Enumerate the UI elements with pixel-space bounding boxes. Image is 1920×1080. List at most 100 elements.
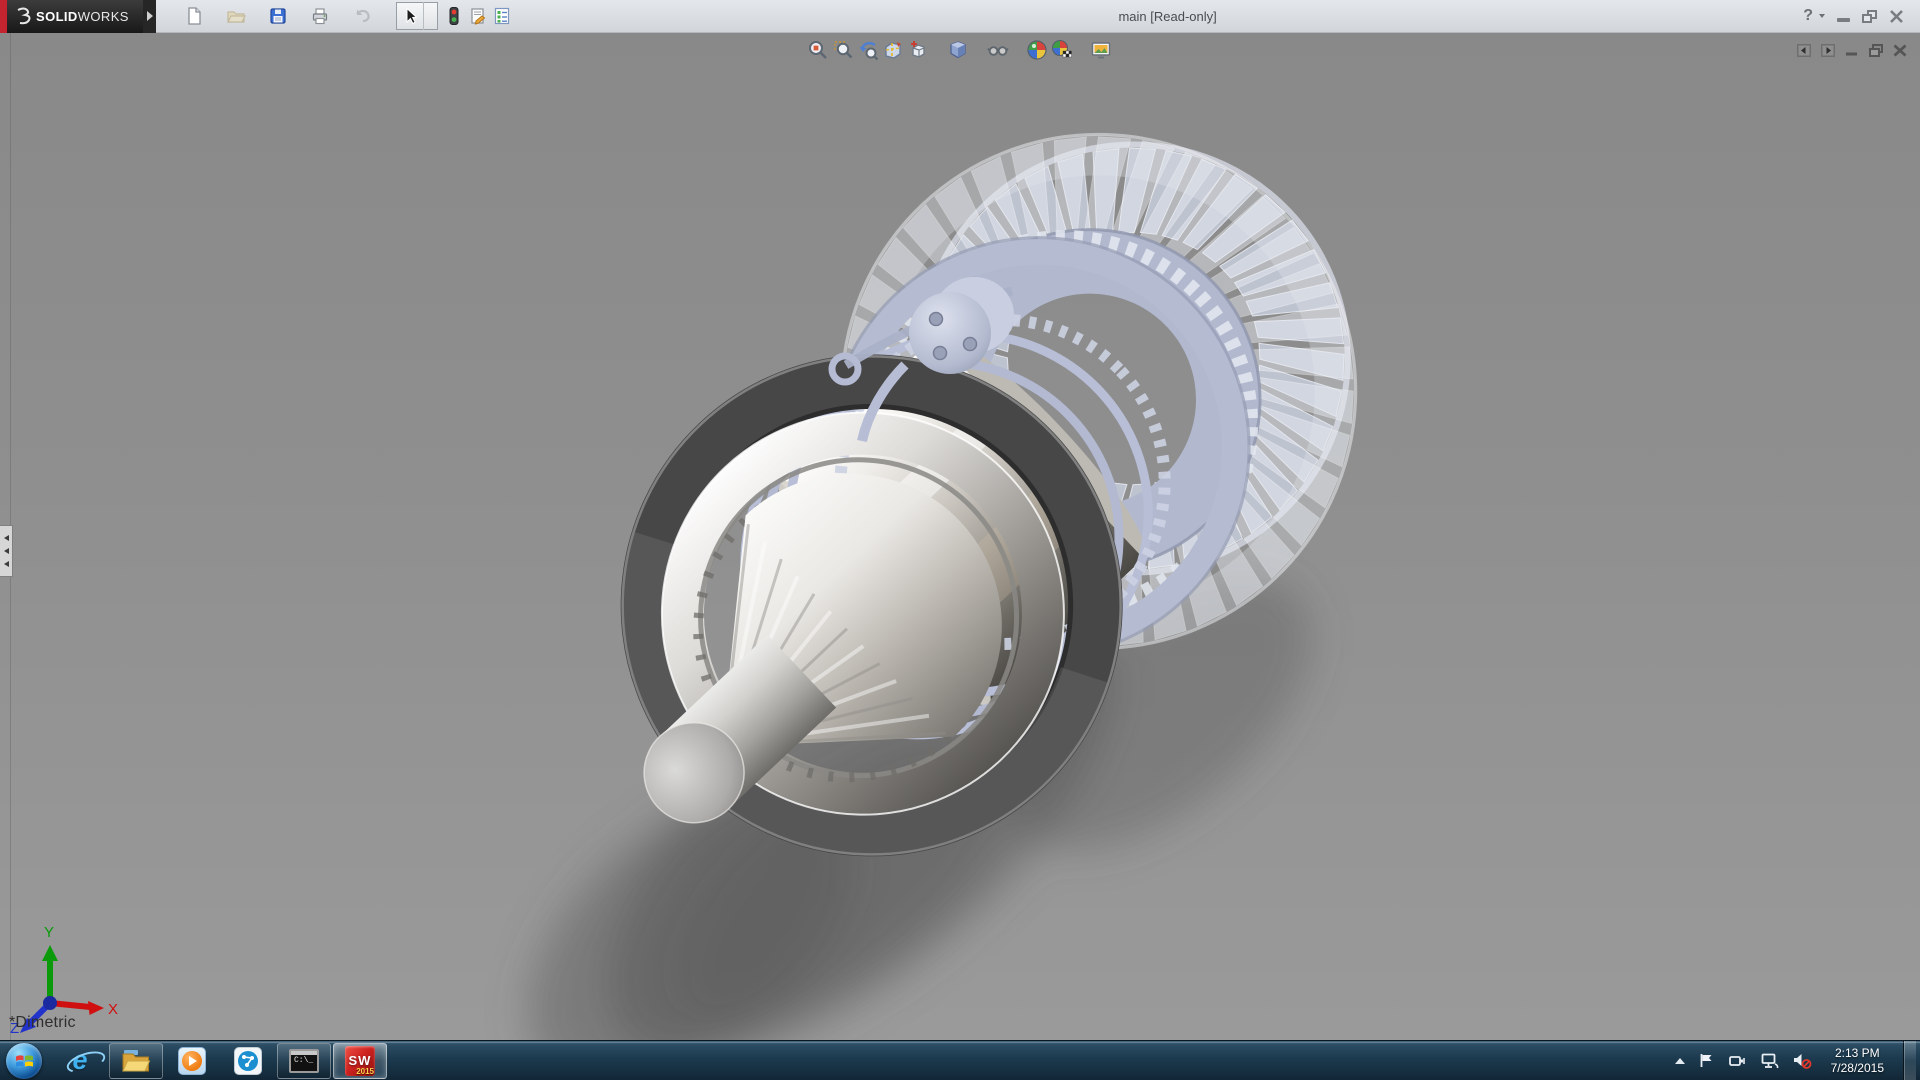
taskbar-item-media-player[interactable] <box>164 1041 220 1080</box>
options-checklist-icon <box>492 6 512 26</box>
restore-button[interactable] <box>1862 10 1877 23</box>
taskbar-item-windows-explorer[interactable] <box>109 1043 163 1079</box>
new-document-icon <box>184 6 204 26</box>
brand-light: WORKS <box>78 9 129 24</box>
show-desktop-button[interactable] <box>1903 1041 1916 1080</box>
brand-bold: SOLID <box>36 9 78 24</box>
zoom-to-fit-icon <box>807 39 829 61</box>
appearance-sphere-icon <box>1026 39 1048 61</box>
windows-taskbar: e C:\_ <box>0 1040 1920 1080</box>
display-style-icon <box>947 39 969 61</box>
window-controls: ? <box>1803 7 1920 25</box>
rebuild-button[interactable] <box>442 4 466 28</box>
view-orientation-button[interactable] <box>906 38 929 61</box>
graphics-viewport[interactable]: Y X Z *Dimetric <box>0 33 1920 1040</box>
quick-access-toolbar <box>182 2 532 30</box>
select-dropdown[interactable] <box>423 2 437 30</box>
open-button[interactable] <box>224 4 248 28</box>
clock-date: 7/28/2015 <box>1831 1061 1884 1076</box>
minimize-document-button[interactable] <box>1844 43 1860 58</box>
print-icon <box>310 6 330 26</box>
undo-icon <box>352 6 372 26</box>
heads-up-view-toolbar <box>806 38 1112 61</box>
taskbar-item-solidworks[interactable]: SW 2015 <box>333 1043 387 1079</box>
minimize-button[interactable] <box>1837 18 1850 22</box>
taskbar-item-command-prompt[interactable]: C:\_ <box>277 1043 331 1079</box>
collapse-arrow-icon <box>4 535 9 541</box>
flyout-arrow-icon <box>147 11 153 21</box>
close-document-button[interactable] <box>1892 43 1908 58</box>
view-orientation-icon <box>907 39 929 61</box>
brand-text: SOLIDWORKS <box>36 9 129 24</box>
apply-scene-button[interactable] <box>1050 38 1073 61</box>
help-dropdown[interactable] <box>1819 14 1825 18</box>
triad-x-label: X <box>108 1001 118 1018</box>
chevron-up-icon <box>1675 1058 1685 1064</box>
file-properties-button[interactable] <box>466 4 490 28</box>
file-properties-icon <box>468 6 488 26</box>
network-share-app-icon <box>234 1047 262 1075</box>
undo-button[interactable] <box>350 4 374 28</box>
flag-icon <box>1698 1052 1715 1069</box>
previous-view-icon <box>857 39 879 61</box>
media-player-icon <box>178 1047 206 1075</box>
save-button[interactable] <box>266 4 290 28</box>
taskbar-item-internet-explorer[interactable]: e <box>52 1041 108 1080</box>
title-bar: SOLIDWORKS <box>0 0 1920 33</box>
section-view-icon <box>882 39 904 61</box>
clock-time: 2:13 PM <box>1831 1046 1884 1061</box>
collapse-right-pane-button[interactable] <box>1820 43 1836 58</box>
display-style-button[interactable] <box>946 38 969 61</box>
previous-view-button[interactable] <box>856 38 879 61</box>
command-prompt-icon: C:\_ <box>289 1049 319 1073</box>
show-hidden-icons-button[interactable] <box>1675 1058 1685 1064</box>
window-title: main [Read-only] <box>1118 9 1216 24</box>
triad-y-label: Y <box>44 924 54 941</box>
section-view-button[interactable] <box>881 38 904 61</box>
view-settings-button[interactable] <box>1089 38 1112 61</box>
actuator-cylinder <box>909 292 991 374</box>
help-button[interactable]: ? <box>1803 7 1813 25</box>
feature-tree-collapse-tab[interactable] <box>0 525 13 577</box>
taskbar-clock[interactable]: 2:13 PM 7/28/2015 <box>1825 1046 1890 1076</box>
volume-muted-icon <box>1792 1052 1812 1070</box>
open-folder-icon <box>226 6 246 26</box>
solidworks-logo: SOLIDWORKS <box>7 0 143 33</box>
power-plug-icon <box>1728 1052 1747 1069</box>
restore-document-button[interactable] <box>1868 43 1884 58</box>
collapse-left-pane-button[interactable] <box>1796 43 1812 58</box>
folder-icon <box>121 1048 151 1074</box>
new-document-button[interactable] <box>182 4 206 28</box>
internet-explorer-icon: e <box>72 1047 87 1074</box>
solidworks-window: SOLIDWORKS <box>0 0 1920 1080</box>
action-center-button[interactable] <box>1698 1052 1715 1069</box>
volume-button[interactable] <box>1792 1052 1812 1070</box>
view-settings-icon <box>1090 39 1112 61</box>
eyeglasses-icon <box>987 39 1009 61</box>
network-status-button[interactable] <box>1760 1052 1779 1070</box>
select-cursor-icon <box>400 6 420 26</box>
save-floppy-icon <box>268 6 288 26</box>
rebuild-traffic-light-icon <box>444 6 464 26</box>
edit-appearance-button[interactable] <box>1025 38 1048 61</box>
hide-show-items-button[interactable] <box>986 38 1009 61</box>
network-display-icon <box>1760 1052 1779 1070</box>
solidworks-year: 2015 <box>356 1067 374 1076</box>
jet-engine-model[interactable] <box>0 33 1920 1040</box>
apply-scene-icon <box>1051 39 1073 61</box>
taskbar-item-network-app[interactable] <box>220 1041 276 1080</box>
close-button[interactable] <box>1889 9 1904 24</box>
select-button[interactable] <box>397 4 423 28</box>
zoom-to-area-icon <box>832 39 854 61</box>
zoom-to-area-button[interactable] <box>831 38 854 61</box>
print-button[interactable] <box>308 4 332 28</box>
start-button[interactable] <box>6 1043 42 1079</box>
power-status-button[interactable] <box>1728 1052 1747 1069</box>
document-window-controls <box>1796 43 1908 58</box>
app-icon-strip <box>0 0 7 33</box>
ds-logo-icon <box>14 6 36 26</box>
options-button[interactable] <box>490 4 514 28</box>
command-prompt-text: C:\_ <box>294 1056 313 1065</box>
zoom-to-fit-button[interactable] <box>806 38 829 61</box>
menu-flyout-button[interactable] <box>143 0 156 33</box>
